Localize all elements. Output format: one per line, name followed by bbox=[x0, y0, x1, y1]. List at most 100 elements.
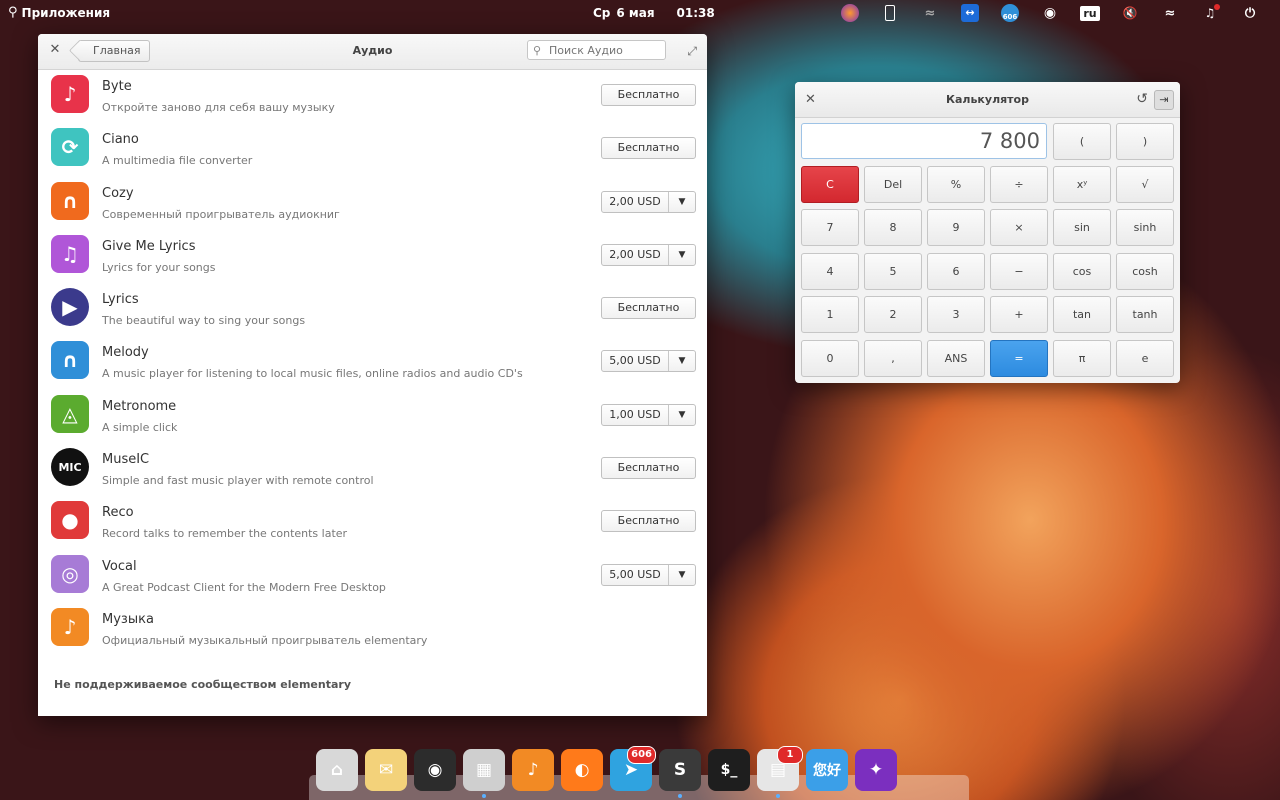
key-symbol[interactable]: ( bbox=[1053, 123, 1111, 160]
search-input[interactable] bbox=[547, 42, 661, 58]
key-9[interactable]: 9 bbox=[927, 209, 985, 246]
chevron-down-icon[interactable]: ▼ bbox=[669, 565, 695, 585]
volume-muted-icon[interactable]: 🔇 bbox=[1110, 3, 1150, 23]
wifi-icon[interactable]: ≈ bbox=[1150, 3, 1190, 23]
appcenter-icon[interactable]: ▤ 1 bbox=[757, 746, 803, 798]
key-symbol[interactable]: ) bbox=[1116, 123, 1174, 160]
list-item[interactable]: ♫ Give Me Lyrics Lyrics for your songs 2,00… bbox=[38, 230, 707, 283]
price-button[interactable]: 5,00 USD ▼ bbox=[601, 350, 696, 373]
list-item[interactable]: ∩ Cozy Современный проигрыватель аудиокниг… bbox=[38, 177, 707, 230]
dock-glyph: ♪ bbox=[527, 760, 539, 780]
price-button[interactable]: 2,00 USD ▼ bbox=[601, 243, 696, 266]
key-3[interactable]: 3 bbox=[927, 296, 985, 333]
mail-icon[interactable]: ✉ bbox=[365, 749, 407, 791]
applications-menu[interactable]: ⚲ Приложения bbox=[8, 5, 110, 20]
wifi-weak-icon[interactable]: ≈ bbox=[910, 3, 950, 23]
notification-count-icon[interactable]: 606 bbox=[990, 3, 1030, 23]
key-4[interactable]: 4 bbox=[801, 253, 859, 290]
key-symbol[interactable]: + bbox=[990, 296, 1048, 333]
key-symbol[interactable]: = bbox=[990, 340, 1048, 377]
list-item[interactable]: ◎ Vocal A Great Podcast Client for the Mod… bbox=[38, 550, 707, 603]
key-cosh[interactable]: cosh bbox=[1116, 253, 1174, 290]
key-tanh[interactable]: tanh bbox=[1116, 296, 1174, 333]
app-name: MuseIC bbox=[102, 452, 150, 468]
launcher-app-icon[interactable]: ✦ bbox=[855, 749, 897, 791]
price-label[interactable]: 2,00 USD bbox=[602, 244, 669, 265]
phone-icon[interactable] bbox=[870, 3, 910, 23]
key-ans[interactable]: ANS bbox=[927, 340, 985, 377]
key-symbol[interactable]: √ bbox=[1116, 166, 1174, 203]
maximize-icon[interactable]: ⤢ bbox=[687, 44, 697, 59]
keyboard-layout-icon[interactable]: ru bbox=[1070, 3, 1110, 23]
price-label[interactable]: 5,00 USD bbox=[602, 351, 669, 372]
files-icon[interactable]: ⌂ bbox=[316, 749, 358, 791]
sublime-icon[interactable]: S bbox=[659, 749, 701, 798]
key-e[interactable]: e bbox=[1116, 340, 1174, 377]
chevron-down-icon[interactable]: ▼ bbox=[669, 351, 695, 371]
list-item[interactable]: ◬ Metronome A simple click 1,00 USD ▼ bbox=[38, 390, 707, 443]
date-time-indicator[interactable]: Ср 6 мая 01:38 bbox=[593, 6, 715, 20]
notifications-icon[interactable]: ♫ bbox=[1190, 3, 1230, 23]
list-item[interactable]: ♪ Byte Откройте заново для себя вашу музык… bbox=[38, 70, 707, 123]
key-symbol[interactable]: , bbox=[864, 340, 922, 377]
price-label[interactable]: 1,00 USD bbox=[602, 404, 669, 425]
ufo-icon[interactable]: ◉ bbox=[1030, 3, 1070, 23]
list-item[interactable]: ▶ Lyrics The beautiful way to sing your so… bbox=[38, 283, 707, 336]
price-button[interactable]: 2,00 USD ▼ bbox=[601, 190, 696, 213]
key-sinh[interactable]: sinh bbox=[1116, 209, 1174, 246]
key-c[interactable]: C bbox=[801, 166, 859, 203]
key-5[interactable]: 5 bbox=[864, 253, 922, 290]
firefox-icon[interactable]: ◐ bbox=[561, 749, 603, 791]
chevron-down-icon[interactable]: ▼ bbox=[669, 192, 695, 212]
calculator-icon[interactable]: ▦ bbox=[463, 749, 505, 798]
key-sin[interactable]: sin bbox=[1053, 209, 1111, 246]
list-item[interactable]: ∩ Melody A music player for listening to l… bbox=[38, 336, 707, 389]
price-label[interactable]: 2,00 USD bbox=[602, 191, 669, 212]
teamviewer-icon[interactable]: ↔ bbox=[950, 3, 990, 23]
key-symbol[interactable]: % bbox=[927, 166, 985, 203]
telegram-icon[interactable]: ➤ 606 bbox=[610, 746, 656, 791]
key-1[interactable]: 1 bbox=[801, 296, 859, 333]
power-icon[interactable]: ⏻ bbox=[1230, 3, 1270, 23]
key-symbol[interactable]: π bbox=[1053, 340, 1111, 377]
key-8[interactable]: 8 bbox=[864, 209, 922, 246]
input-method-icon[interactable]: 您好 bbox=[806, 749, 848, 791]
key-symbol[interactable]: × bbox=[990, 209, 1048, 246]
key-symbol[interactable]: ÷ bbox=[990, 166, 1048, 203]
key-del[interactable]: Del bbox=[864, 166, 922, 203]
music-icon[interactable]: ♪ bbox=[512, 749, 554, 791]
list-item[interactable]: MIC MuseIC Simple and fast music player wi… bbox=[38, 443, 707, 496]
install-button[interactable]: Бесплатно bbox=[601, 457, 696, 480]
price-button[interactable]: 1,00 USD ▼ bbox=[601, 403, 696, 426]
key-symbol[interactable]: − bbox=[990, 253, 1048, 290]
key-6[interactable]: 6 bbox=[927, 253, 985, 290]
list-item[interactable]: ⟳ Ciano A multimedia file converter Бесплат… bbox=[38, 123, 707, 176]
podcast-icon: ◎ bbox=[51, 554, 89, 593]
price-label[interactable]: 5,00 USD bbox=[602, 564, 669, 585]
key-symbol[interactable]: xʸ bbox=[1053, 166, 1111, 203]
terminal-icon[interactable]: $_ bbox=[708, 749, 750, 791]
install-button[interactable]: Бесплатно bbox=[601, 137, 696, 160]
extended-mode-icon[interactable]: ⇥ bbox=[1154, 90, 1174, 110]
history-icon[interactable]: ↺ bbox=[1136, 91, 1148, 107]
search-field[interactable]: ⚲ bbox=[527, 40, 666, 60]
clock-time: 01:38 bbox=[676, 6, 715, 20]
list-item[interactable]: ♪ Музыка Официальный музыкальный проигрыва… bbox=[38, 603, 707, 656]
calculator-display[interactable]: 7 800 bbox=[801, 123, 1047, 159]
tray-app-icon[interactable] bbox=[830, 3, 870, 23]
install-button[interactable]: Бесплатно bbox=[601, 510, 696, 533]
footer-note[interactable]: Не поддерживаемое сообществом elementary bbox=[54, 678, 351, 691]
key-2[interactable]: 2 bbox=[864, 296, 922, 333]
list-item[interactable]: ● Reco Record talks to remember the conten… bbox=[38, 496, 707, 549]
chevron-down-icon[interactable]: ▼ bbox=[669, 405, 695, 425]
key-cos[interactable]: cos bbox=[1053, 253, 1111, 290]
dock: ⌂ ✉ ◉ ▦ ♪ ◐ ➤ 606 S $_ ▤ 1 您好 ✦ bbox=[316, 746, 897, 798]
figma-icon[interactable]: ◉ bbox=[414, 749, 456, 791]
install-button[interactable]: Бесплатно bbox=[601, 297, 696, 320]
price-button[interactable]: 5,00 USD ▼ bbox=[601, 563, 696, 586]
key-0[interactable]: 0 bbox=[801, 340, 859, 377]
key-7[interactable]: 7 bbox=[801, 209, 859, 246]
key-tan[interactable]: tan bbox=[1053, 296, 1111, 333]
install-button[interactable]: Бесплатно bbox=[601, 84, 696, 106]
chevron-down-icon[interactable]: ▼ bbox=[669, 245, 695, 265]
